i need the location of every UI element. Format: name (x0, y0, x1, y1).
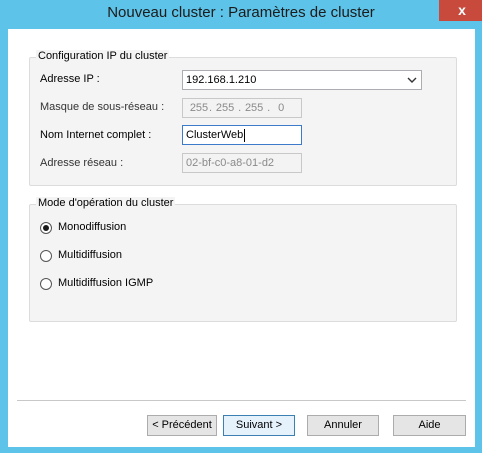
close-icon: x (458, 2, 466, 18)
window-title: Nouveau cluster : Paramètres de cluster (107, 4, 375, 21)
fqdn-input[interactable]: ClusterWeb (182, 125, 302, 145)
subnet-mask-octet: 255 (244, 102, 264, 114)
ip-address-label: Adresse IP : (40, 73, 100, 85)
previous-button[interactable]: < Précédent (147, 415, 217, 436)
close-button[interactable]: x (439, 0, 482, 21)
network-address-field: 02-bf-c0-a8-01-d2 (182, 153, 302, 173)
radio-button[interactable] (40, 278, 52, 290)
fqdn-label: Nom Internet complet : (40, 129, 152, 141)
cancel-button[interactable]: Annuler (307, 415, 379, 436)
network-address-value: 02-bf-c0-a8-01-d2 (186, 157, 275, 169)
subnet-mask-octet: 255 (189, 102, 209, 114)
radio-button-selected[interactable] (40, 222, 52, 234)
next-button[interactable]: Suivant > (223, 415, 295, 436)
help-button[interactable]: Aide (393, 415, 466, 436)
subnet-mask-label: Masque de sous-réseau : (40, 101, 165, 113)
ip-address-dropdown[interactable]: 192.168.1.210 (182, 70, 422, 90)
fqdn-value: ClusterWeb (186, 129, 244, 141)
subnet-mask-octet: 255 (215, 102, 235, 114)
subnet-mask-octet: 0 (278, 102, 285, 114)
dialog-client-area: Configuration IP du cluster Adresse IP :… (8, 29, 475, 447)
radio-label: Multidiffusion (58, 249, 122, 261)
radio-button[interactable] (40, 250, 52, 262)
radio-label: Multidiffusion IGMP (58, 277, 154, 289)
ip-address-value: 192.168.1.210 (186, 74, 257, 86)
ip-config-group-title: Configuration IP du cluster (36, 50, 170, 62)
radio-label: Monodiffusion (58, 221, 127, 233)
subnet-mask-field: 255. 255. 255. 0 (182, 98, 302, 118)
operation-mode-group-title: Mode d'opération du cluster (36, 197, 176, 209)
chevron-down-icon (407, 77, 417, 83)
text-caret (244, 128, 246, 142)
title-bar: Nouveau cluster : Paramètres de cluster … (0, 0, 482, 28)
footer-separator (17, 400, 466, 401)
network-address-label: Adresse réseau : (40, 157, 124, 169)
